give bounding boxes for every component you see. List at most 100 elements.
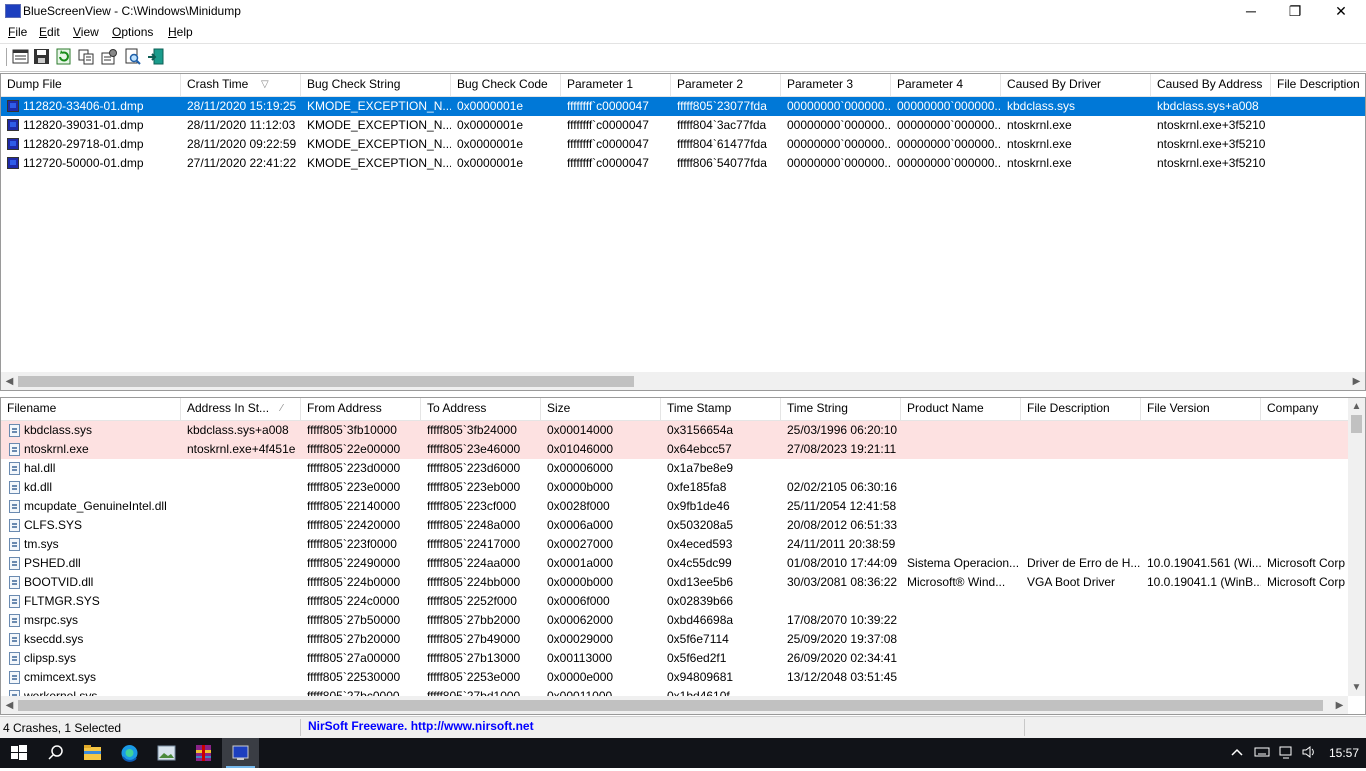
scroll-thumb[interactable] bbox=[18, 700, 1323, 711]
driver-list-vscrollbar[interactable]: ▲ ▼ bbox=[1348, 398, 1365, 696]
cell-dump-file: 112820-29718-01.dmp bbox=[23, 137, 144, 151]
cell-from-address: fffff805`27bc0000 bbox=[307, 689, 400, 696]
cell-from-address: fffff805`223e0000 bbox=[307, 480, 401, 494]
crash-row[interactable]: 112820-29718-01.dmp 28/11/2020 09:22:59 KM… bbox=[1, 135, 1365, 154]
col-file-version[interactable]: File Version bbox=[1141, 398, 1261, 420]
scroll-left-arrow-icon[interactable]: ◀ bbox=[1, 373, 18, 390]
cell-address-in-stack bbox=[181, 649, 301, 668]
driver-row[interactable]: kd.dll fffff805`223e0000 fffff805`223eb000… bbox=[1, 478, 1348, 497]
col-parameter-4[interactable]: Parameter 4 bbox=[891, 74, 1001, 96]
col-address-in-stack[interactable]: Address In St... ⁄ bbox=[181, 398, 301, 420]
edge-icon[interactable] bbox=[111, 738, 148, 768]
col-company[interactable]: Company bbox=[1261, 398, 1351, 420]
col-bug-check-code[interactable]: Bug Check Code bbox=[451, 74, 561, 96]
col-to-address[interactable]: To Address bbox=[421, 398, 541, 420]
col-crash-time[interactable]: Crash Time ▽ bbox=[181, 74, 301, 96]
driver-row[interactable]: kbdclass.sys kbdclass.sys+a008 fffff805`3f… bbox=[1, 421, 1348, 440]
cell-size: 0x0000b000 bbox=[547, 480, 614, 494]
col-file-description[interactable]: File Description bbox=[1021, 398, 1141, 420]
col-parameter-1[interactable]: Parameter 1 bbox=[561, 74, 671, 96]
cell-product-name bbox=[901, 478, 1021, 497]
windows-start-icon[interactable] bbox=[0, 738, 37, 768]
driver-row[interactable]: FLTMGR.SYS fffff805`224c0000 fffff805`2252… bbox=[1, 592, 1348, 611]
menu-edit[interactable]: Edit bbox=[39, 25, 60, 39]
cell-product-name: Sistema Operacion... bbox=[907, 556, 1020, 570]
network-icon[interactable] bbox=[1278, 745, 1294, 762]
clock[interactable]: 15:57 bbox=[1329, 746, 1359, 760]
scroll-right-arrow-icon[interactable]: ▶ bbox=[1331, 697, 1348, 714]
driver-row[interactable]: ntoskrnl.exe ntoskrnl.exe+4f451e fffff805`… bbox=[1, 440, 1348, 459]
menu-options[interactable]: Options bbox=[112, 25, 153, 39]
search-icon[interactable] bbox=[37, 738, 74, 768]
chevron-up-icon[interactable] bbox=[1230, 745, 1244, 762]
col-filename[interactable]: Filename bbox=[1, 398, 181, 420]
scroll-right-arrow-icon[interactable]: ▶ bbox=[1348, 373, 1365, 390]
driver-list-hscrollbar[interactable]: ◀ ▶ bbox=[1, 696, 1348, 714]
refresh-icon[interactable] bbox=[55, 48, 72, 65]
col-caused-by-driver[interactable]: Caused By Driver bbox=[1001, 74, 1151, 96]
bluescreenview-icon[interactable] bbox=[222, 738, 259, 768]
driver-row[interactable]: msrpc.sys fffff805`27b50000 fffff805`27bb2… bbox=[1, 611, 1348, 630]
cell-to-address: fffff805`223eb000 bbox=[427, 480, 521, 494]
col-dump-file[interactable]: Dump File bbox=[1, 74, 181, 96]
crash-list-hscrollbar[interactable]: ◀ ▶ bbox=[1, 372, 1365, 390]
col-from-address[interactable]: From Address bbox=[301, 398, 421, 420]
driver-list[interactable]: Filename Address In St... ⁄ From Address … bbox=[0, 397, 1366, 715]
file-explorer-icon[interactable] bbox=[74, 738, 111, 768]
menu-help[interactable]: Help bbox=[168, 25, 193, 39]
driver-row[interactable]: ksecdd.sys fffff805`27b20000 fffff805`27b4… bbox=[1, 630, 1348, 649]
nirsoft-link[interactable]: NirSoft Freeware. http://www.nirsoft.net bbox=[308, 719, 534, 733]
save-icon[interactable] bbox=[33, 48, 50, 65]
close-button[interactable]: ✕ bbox=[1318, 0, 1364, 23]
cell-filename: CLFS.SYS bbox=[24, 518, 83, 532]
cell-time-string bbox=[781, 687, 901, 696]
menu-view[interactable]: View bbox=[73, 25, 99, 39]
photos-icon[interactable] bbox=[148, 738, 185, 768]
scroll-left-arrow-icon[interactable]: ◀ bbox=[1, 697, 18, 714]
minimize-button[interactable]: ─ bbox=[1228, 0, 1274, 23]
driver-row[interactable]: mcupdate_GenuineIntel.dll fffff805`221400… bbox=[1, 497, 1348, 516]
driver-row[interactable]: CLFS.SYS fffff805`22420000 fffff805`2248a0… bbox=[1, 516, 1348, 535]
menu-file[interactable]: File bbox=[8, 25, 27, 39]
cell-time-stamp: 0x5f6e7114 bbox=[667, 632, 729, 646]
col-parameter-2[interactable]: Parameter 2 bbox=[671, 74, 781, 96]
winrar-icon[interactable] bbox=[185, 738, 222, 768]
title-bar[interactable]: BlueScreenView - C:\Windows\Minidump ─ ❐… bbox=[0, 0, 1366, 23]
copy-icon[interactable] bbox=[78, 48, 95, 65]
driver-row[interactable]: PSHED.dll fffff805`22490000 fffff805`224aa… bbox=[1, 554, 1348, 573]
volume-icon[interactable] bbox=[1301, 745, 1317, 762]
crash-row[interactable]: 112820-39031-01.dmp 28/11/2020 11:12:03 KM… bbox=[1, 116, 1365, 135]
crash-list[interactable]: Dump File Crash Time ▽ Bug Check String B… bbox=[0, 73, 1366, 391]
crash-row[interactable]: 112720-50000-01.dmp 27/11/2020 22:41:22 KM… bbox=[1, 154, 1365, 173]
driver-row[interactable]: hal.dll fffff805`223d0000 fffff805`223d600… bbox=[1, 459, 1348, 478]
col-parameter-3[interactable]: Parameter 3 bbox=[781, 74, 891, 96]
col-time-string[interactable]: Time String bbox=[781, 398, 901, 420]
cell-dump-file: 112820-39031-01.dmp bbox=[23, 118, 144, 132]
driver-list-header: Filename Address In St... ⁄ From Address … bbox=[1, 398, 1351, 421]
col-caused-by-address[interactable]: Caused By Address bbox=[1151, 74, 1271, 96]
scroll-thumb[interactable] bbox=[18, 376, 634, 387]
col-time-stamp[interactable]: Time Stamp bbox=[661, 398, 781, 420]
col-bug-check-string[interactable]: Bug Check String bbox=[301, 74, 451, 96]
find-icon[interactable] bbox=[124, 48, 141, 65]
driver-row[interactable]: BOOTVID.dll fffff805`224b0000 fffff805`224… bbox=[1, 573, 1348, 592]
exit-icon[interactable] bbox=[147, 48, 164, 65]
driver-row[interactable]: clipsp.sys fffff805`27a00000 fffff805`27b1… bbox=[1, 649, 1348, 668]
keyboard-icon[interactable] bbox=[1254, 745, 1270, 762]
col-size[interactable]: Size bbox=[541, 398, 661, 420]
window-title: BlueScreenView - C:\Windows\Minidump bbox=[23, 4, 241, 18]
driver-row[interactable]: cmimcext.sys fffff805`22530000 fffff805`22… bbox=[1, 668, 1348, 687]
crash-row[interactable]: 112820-33406-01.dmp 28/11/2020 15:19:25 KM… bbox=[1, 97, 1365, 116]
driver-row[interactable]: tm.sys fffff805`223f0000 fffff805`22417000… bbox=[1, 535, 1348, 554]
col-product-name[interactable]: Product Name bbox=[901, 398, 1021, 420]
driver-row[interactable]: werkernel.sys fffff805`27bc0000 fffff805`2… bbox=[1, 687, 1348, 696]
cell-from-address: fffff805`223f0000 bbox=[307, 537, 397, 551]
properties-icon[interactable] bbox=[12, 48, 29, 65]
advanced-options-icon[interactable] bbox=[101, 48, 118, 65]
scroll-down-arrow-icon[interactable]: ▼ bbox=[1348, 679, 1365, 696]
cell-bug-check-code: 0x0000001e bbox=[457, 156, 524, 170]
col-file-description[interactable]: File Description bbox=[1271, 74, 1365, 96]
restore-button[interactable]: ❐ bbox=[1272, 0, 1318, 23]
scroll-thumb[interactable] bbox=[1351, 415, 1362, 433]
scroll-up-arrow-icon[interactable]: ▲ bbox=[1348, 398, 1365, 415]
